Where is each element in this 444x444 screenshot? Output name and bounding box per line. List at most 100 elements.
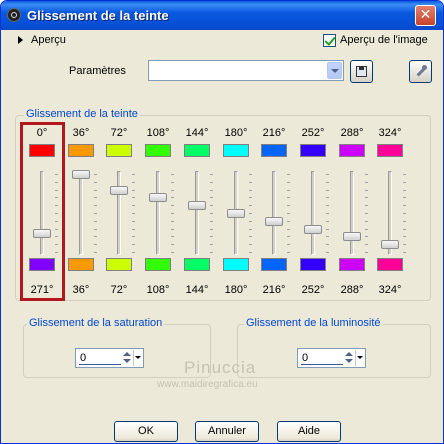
slider-tick (132, 205, 135, 206)
slider-tick (94, 244, 97, 245)
saturation-label: Glissement de la saturation (27, 317, 165, 329)
highlight-box (20, 122, 65, 301)
hue-degree-label: 252° (301, 127, 325, 139)
slider-tick (287, 221, 290, 222)
slider-tick (132, 244, 135, 245)
hue-slider-thumb[interactable] (110, 186, 128, 195)
spin-down-icon[interactable] (122, 358, 131, 366)
hue-slider-track[interactable] (272, 171, 276, 255)
slider-tick (210, 174, 213, 175)
params-options-button[interactable] (409, 60, 432, 83)
image-preview-checkbox[interactable] (323, 34, 336, 47)
cancel-button[interactable]: Annuler (195, 421, 259, 442)
slider-tick (326, 182, 329, 183)
saturation-spinner[interactable]: 0 (75, 348, 144, 368)
slider-tick (365, 190, 368, 191)
hue-degree-label: 216° (262, 127, 286, 139)
help-button[interactable]: Aide (277, 421, 341, 442)
hue-slider-thumb[interactable] (304, 225, 322, 234)
slider-tick (403, 205, 406, 206)
hue-shifted-swatch (261, 258, 287, 271)
saturation-value[interactable]: 0 (80, 352, 86, 364)
params-label: Paramètres (69, 65, 126, 77)
preview-toggle-label[interactable]: Aperçu (31, 34, 66, 46)
hue-shifted-swatch (223, 258, 249, 271)
hue-slider-thumb[interactable] (265, 217, 283, 226)
hue-slider-thumb[interactable] (188, 201, 206, 210)
expand-triangle-icon[interactable] (18, 36, 23, 44)
slider-tick (210, 252, 213, 253)
slider-tick (210, 213, 213, 214)
hue-shifted-degree-label: 252° (301, 284, 325, 296)
slider-tick (171, 236, 174, 237)
dropdown-arrow-icon[interactable] (355, 350, 365, 366)
slider-tick (249, 190, 252, 191)
hue-source-swatch (339, 144, 365, 157)
slider-tick (94, 229, 97, 230)
hue-group-label: Glissement de la teinte (24, 108, 140, 120)
slider-tick (365, 182, 368, 183)
slider-tick (132, 197, 135, 198)
hue-shifted-degree-label: 108° (146, 284, 170, 296)
hue-shifted-swatch (377, 258, 403, 271)
slider-tick (249, 213, 252, 214)
hue-shifted-degree-label: 324° (378, 284, 402, 296)
hue-shifted-degree-label: 180° (224, 284, 248, 296)
slider-tick (171, 205, 174, 206)
dialog-window: Glissement de la teinte ✕ Aperçu Aperçu … (0, 0, 444, 444)
hue-slider-track[interactable] (79, 171, 83, 255)
slider-tick (326, 190, 329, 191)
spin-down-icon[interactable] (344, 358, 353, 366)
luminosity-value[interactable]: 0 (302, 352, 308, 364)
slider-tick (365, 197, 368, 198)
hue-source-swatch (145, 144, 171, 157)
slider-tick (249, 197, 252, 198)
slider-tick (132, 190, 135, 191)
slider-tick (171, 190, 174, 191)
hue-slider-thumb[interactable] (149, 193, 167, 202)
chevron-down-icon[interactable] (327, 62, 342, 79)
slider-tick (94, 174, 97, 175)
hue-slider-thumb[interactable] (72, 170, 90, 179)
slider-tick (94, 205, 97, 206)
hue-slider-track[interactable] (311, 171, 315, 255)
image-preview-label: Aperçu de l'image (340, 34, 428, 46)
params-combobox[interactable] (148, 60, 344, 81)
hue-slider-thumb[interactable] (227, 209, 245, 218)
slider-tick (365, 252, 368, 253)
luminosity-spinner[interactable]: 0 (297, 348, 366, 368)
hue-slider-track[interactable] (117, 171, 121, 255)
slider-tick (287, 182, 290, 183)
dropdown-arrow-icon[interactable] (133, 350, 143, 366)
slider-tick (403, 174, 406, 175)
slider-tick (287, 229, 290, 230)
slider-tick (403, 244, 406, 245)
hue-slider-track[interactable] (195, 171, 199, 255)
slider-tick (287, 174, 290, 175)
slider-tick (287, 236, 290, 237)
hue-degree-label: 180° (224, 127, 248, 139)
title-bar[interactable]: Glissement de la teinte ✕ (1, 1, 443, 30)
hue-slider-track[interactable] (156, 171, 160, 255)
slider-tick (365, 229, 368, 230)
close-button[interactable]: ✕ (415, 5, 436, 26)
hue-group (15, 115, 431, 301)
slider-tick (326, 213, 329, 214)
save-params-button[interactable] (350, 60, 373, 83)
hue-shifted-swatch (184, 258, 210, 271)
hue-source-swatch (261, 144, 287, 157)
spin-up-icon[interactable] (122, 350, 131, 358)
ok-button[interactable]: OK (114, 421, 178, 442)
hue-slider-track[interactable] (350, 171, 354, 255)
slider-tick (365, 244, 368, 245)
slider-tick (132, 236, 135, 237)
hue-slider-thumb[interactable] (343, 232, 361, 241)
slider-tick (132, 252, 135, 253)
slider-tick (171, 221, 174, 222)
app-icon (7, 8, 21, 22)
spin-up-icon[interactable] (344, 350, 353, 358)
hue-source-swatch (184, 144, 210, 157)
hue-slider-thumb[interactable] (381, 240, 399, 249)
slider-tick (326, 197, 329, 198)
luminosity-underline (301, 364, 343, 365)
